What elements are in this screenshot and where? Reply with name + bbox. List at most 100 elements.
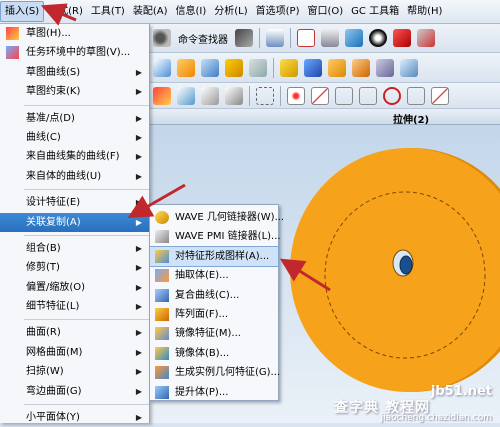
menu-item-curve[interactable]: 曲线(C) ▶ bbox=[0, 128, 149, 147]
submenu-arrow-icon: ▶ bbox=[135, 67, 142, 77]
menu-preferences[interactable]: 首选项(P) bbox=[252, 2, 304, 22]
toolbar-separator bbox=[280, 85, 281, 106]
menu-window[interactable]: 窗口(O) bbox=[303, 2, 347, 22]
submenu-item-composite-curve[interactable]: 复合曲线(C)... bbox=[150, 286, 278, 305]
menu-item-curve-from-curves[interactable]: 来自曲线集的曲线(F) ▶ bbox=[0, 147, 149, 166]
intersection-icon[interactable] bbox=[407, 86, 425, 105]
menu-item-label: 任务环境中的草图(V)... bbox=[26, 47, 131, 59]
trim-body-icon[interactable] bbox=[400, 58, 418, 77]
menu-item-flange-surface[interactable]: 弯边曲面(G) ▶ bbox=[0, 382, 149, 401]
unite-icon[interactable] bbox=[280, 58, 298, 77]
boss-icon[interactable] bbox=[225, 58, 243, 77]
redo-icon[interactable] bbox=[201, 86, 219, 105]
submenu-item-mirror-body[interactable]: 镜像体(B)... bbox=[150, 344, 278, 363]
menu-item-sketch[interactable]: 草图(H)... bbox=[0, 24, 149, 43]
submenu-item-label: 镜像特征(M)... bbox=[175, 328, 241, 340]
menu-assembly[interactable]: 装配(A) bbox=[129, 2, 172, 22]
menu-item-curve-from-bodies[interactable]: 来自体的曲线(U) ▶ bbox=[0, 167, 149, 186]
shading-icon[interactable] bbox=[369, 29, 387, 47]
submenu-item-label: 复合曲线(C)... bbox=[175, 289, 240, 301]
color-cube-icon[interactable] bbox=[393, 29, 411, 47]
menu-item-label: 草图曲线(S) bbox=[26, 66, 81, 78]
menu-format[interactable]: 格式(R) bbox=[44, 2, 87, 22]
chamfer-icon[interactable] bbox=[328, 58, 346, 77]
menu-item-design-feature[interactable]: 设计特征(E) ▶ bbox=[0, 193, 149, 212]
menu-information[interactable]: 信息(I) bbox=[172, 2, 211, 22]
submenu-item-pattern-face[interactable]: 阵列面(F)... bbox=[150, 305, 278, 324]
part-title: 拉伸(2) bbox=[393, 115, 430, 126]
snap-point-icon[interactable] bbox=[287, 86, 305, 105]
wave-pmi-icon bbox=[155, 230, 169, 244]
binoculars-icon[interactable] bbox=[153, 29, 171, 47]
menu-item-task-sketch[interactable]: 任务环境中的草图(V)... bbox=[0, 43, 149, 62]
menu-item-label: 曲面(R) bbox=[26, 327, 61, 339]
submenu-item-instance-geometry[interactable]: 生成实例几何特征(G)... bbox=[150, 363, 280, 382]
menu-item-facet-body[interactable]: 小平面体(Y) ▶ bbox=[0, 408, 149, 427]
menu-insert[interactable]: 插入(S) bbox=[0, 1, 45, 22]
submenu-arrow-icon: ▶ bbox=[135, 263, 142, 273]
snap-view-icon[interactable] bbox=[235, 29, 253, 47]
edit-object-icon[interactable] bbox=[417, 29, 435, 47]
menu-item-label: 细节特征(L) bbox=[26, 301, 80, 313]
menu-item-trim[interactable]: 修剪(T) ▶ bbox=[0, 258, 149, 277]
shell-icon[interactable] bbox=[352, 58, 370, 77]
extrude-icon[interactable] bbox=[153, 58, 171, 77]
menu-help[interactable]: 帮助(H) bbox=[403, 2, 446, 22]
undo-icon[interactable] bbox=[177, 86, 195, 105]
menu-item-label: 修剪(T) bbox=[26, 262, 60, 274]
submenu-arrow-icon: ▶ bbox=[135, 413, 142, 423]
selection-filter-icon[interactable] bbox=[266, 29, 284, 47]
submenu-item-wave-pmi-linker[interactable]: WAVE PMI 链接器(L)... bbox=[150, 227, 281, 246]
menu-analysis[interactable]: 分析(L) bbox=[210, 2, 251, 22]
command-finder-label[interactable]: 命令查找器 bbox=[178, 31, 228, 46]
draft-icon[interactable] bbox=[376, 58, 394, 77]
submenu-arrow-icon: ▶ bbox=[135, 171, 142, 181]
select-rectangle-icon[interactable] bbox=[256, 86, 274, 105]
submenu-item-extract-body[interactable]: 抽取体(E)... bbox=[150, 266, 278, 285]
block-icon[interactable] bbox=[249, 58, 267, 77]
menu-item-sketch-constraint[interactable]: 草图约束(K) ▶ bbox=[0, 82, 149, 101]
menu-item-associative-copy[interactable]: 关联复制(A) ▶ bbox=[0, 212, 149, 232]
line-icon[interactable] bbox=[311, 86, 329, 105]
hole-icon[interactable] bbox=[201, 58, 219, 77]
arc-icon[interactable] bbox=[335, 86, 353, 105]
edge-blend-icon[interactable] bbox=[304, 58, 322, 77]
menu-item-combine[interactable]: 组合(B) ▶ bbox=[0, 239, 149, 258]
extract-body-icon bbox=[155, 269, 169, 283]
toolbar-separator bbox=[259, 28, 260, 48]
menu-item-surface[interactable]: 曲面(R) ▶ bbox=[0, 323, 149, 342]
menu-item-sweep[interactable]: 扫掠(W) ▶ bbox=[0, 362, 149, 381]
toolbar-features bbox=[150, 53, 500, 83]
menu-gc-toolbox[interactable]: GC 工具箱 bbox=[347, 2, 403, 22]
move-icon[interactable] bbox=[225, 86, 243, 105]
submenu-item-mirror-feature[interactable]: 镜像特征(M)... bbox=[150, 324, 278, 343]
submenu-item-label: WAVE PMI 链接器(L)... bbox=[175, 231, 281, 243]
render-style-icon[interactable] bbox=[345, 29, 363, 47]
watermark-url: jiaocheng.chazidian.com bbox=[380, 413, 492, 423]
menu-item-datum-point[interactable]: 基准/点(D) ▶ bbox=[0, 109, 149, 128]
revolve-icon[interactable] bbox=[177, 58, 195, 77]
submenu-item-pattern-feature[interactable]: 对特征形成图样(A)... bbox=[149, 245, 279, 268]
submenu-arrow-icon: ▶ bbox=[135, 198, 142, 208]
menu-divider bbox=[24, 404, 149, 406]
sketch-icon[interactable] bbox=[153, 86, 171, 105]
menu-divider bbox=[24, 234, 149, 236]
fit-view-icon[interactable] bbox=[297, 29, 315, 47]
composite-curve-icon bbox=[155, 288, 169, 302]
menu-item-label: 来自体的曲线(U) bbox=[26, 170, 102, 182]
orient-view-icon[interactable] bbox=[321, 29, 339, 47]
line-segment-icon[interactable] bbox=[431, 86, 449, 105]
menu-item-detail-feature[interactable]: 细节特征(L) ▶ bbox=[0, 297, 149, 316]
submenu-arrow-icon: ▶ bbox=[135, 386, 142, 396]
submenu-arrow-icon: ▶ bbox=[135, 87, 142, 97]
menu-item-mesh-surface[interactable]: 网格曲面(M) ▶ bbox=[0, 343, 149, 362]
menu-item-label: 基准/点(D) bbox=[26, 112, 75, 124]
circle-icon[interactable] bbox=[383, 86, 401, 105]
submenu-item-wave-geometry-linker[interactable]: WAVE 几何链接器(W)... bbox=[150, 208, 284, 227]
menu-item-sketch-curve[interactable]: 草图曲线(S) ▶ bbox=[0, 63, 149, 82]
menu-item-offset-scale[interactable]: 偏置/缩放(O) ▶ bbox=[0, 278, 149, 297]
menu-tools[interactable]: 工具(T) bbox=[87, 2, 129, 22]
plus-icon[interactable] bbox=[359, 86, 377, 105]
submenu-arrow-icon: ▶ bbox=[135, 152, 142, 162]
submenu-item-promote-body[interactable]: 提升体(P)... bbox=[150, 383, 278, 402]
